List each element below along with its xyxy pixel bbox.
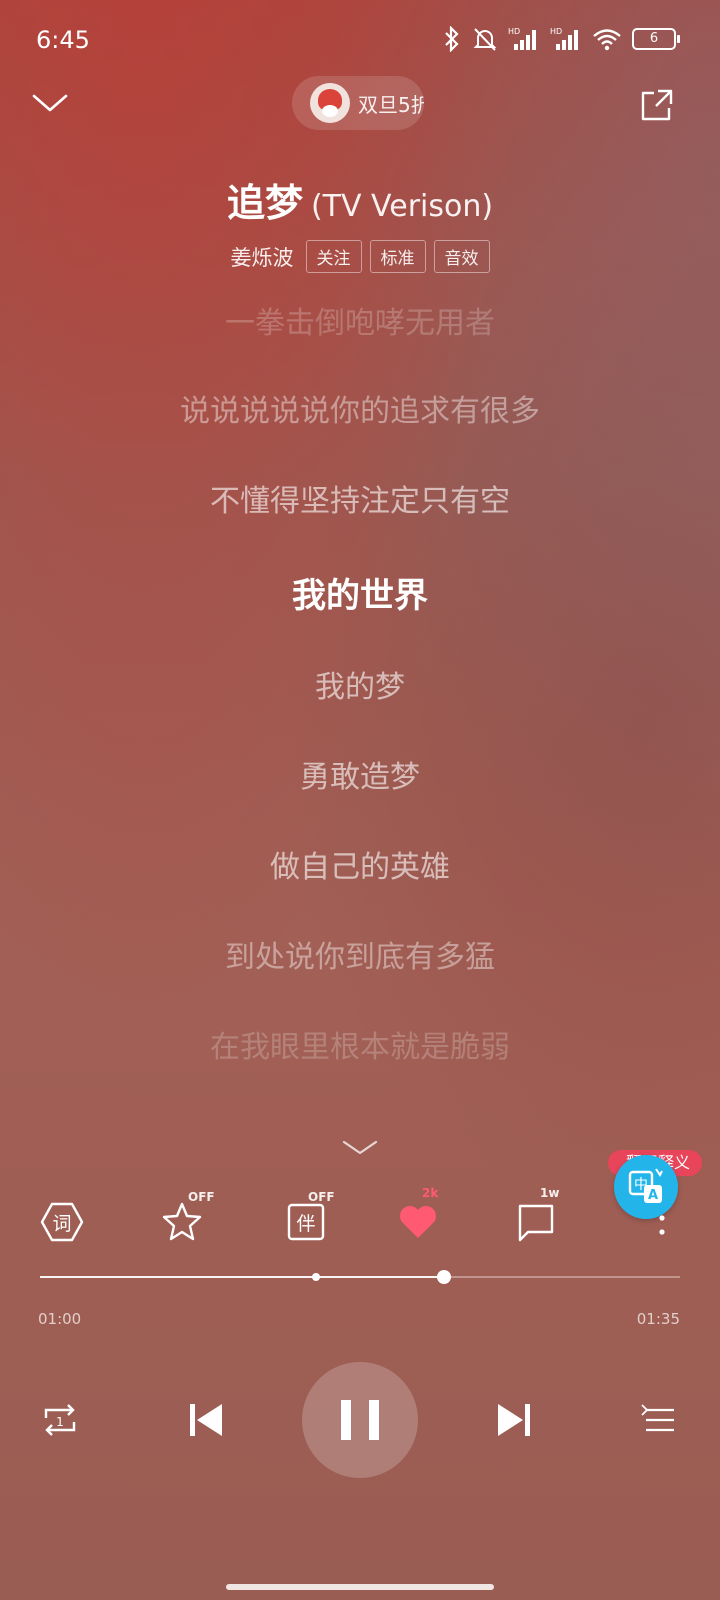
total-time: 01:35 <box>636 1310 680 1328</box>
artist-row: 姜烁波 关注 标准 音效 <box>0 240 720 273</box>
repeat-one-button[interactable]: 1 <box>38 1398 82 1442</box>
comment-icon <box>518 1204 554 1242</box>
lyric-line[interactable]: 做自己的英雄 <box>0 842 720 886</box>
bluetooth-icon <box>445 26 459 52</box>
pause-icon <box>341 1400 379 1440</box>
expand-lyrics-chevron-icon[interactable] <box>340 1138 380 1158</box>
accompany-badge: OFF <box>308 1190 335 1204</box>
star-icon <box>162 1202 202 1241</box>
lyric-line[interactable]: 说说说说说你的追求有很多 <box>0 386 720 430</box>
more-vertical-icon <box>659 1215 665 1235</box>
quality-button[interactable]: 标准 <box>369 240 426 273</box>
svg-text:词: 词 <box>52 1213 71 1235</box>
progress-fill <box>40 1276 444 1278</box>
battery-indicator: 6 <box>632 28 680 50</box>
lyric-line-current[interactable]: 我的世界 <box>0 568 720 617</box>
comment-count: 1w <box>540 1186 560 1200</box>
svg-text:HD: HD <box>508 27 520 36</box>
elapsed-time: 01:00 <box>38 1310 82 1328</box>
song-title: 追梦 <box>226 181 303 225</box>
star-badge: OFF <box>188 1190 215 1204</box>
previous-button[interactable] <box>184 1398 228 1442</box>
share-button[interactable] <box>640 88 674 122</box>
playlist-button[interactable] <box>640 1400 680 1440</box>
lyric-line[interactable]: 勇敢造梦 <box>0 752 720 796</box>
wifi-icon <box>593 29 621 51</box>
playlist-icon <box>641 1404 674 1432</box>
lyric-line[interactable]: 不懂得坚持注定只有空 <box>0 476 720 520</box>
svg-text:HD: HD <box>550 27 562 36</box>
mute-bell-icon <box>473 28 497 51</box>
progress-thumb[interactable] <box>436 1270 451 1284</box>
skip-next-icon <box>498 1404 530 1436</box>
song-title-block: 追梦 (TV Verison) <box>0 172 720 227</box>
artist-name[interactable]: 姜烁波 <box>231 242 294 272</box>
more-button[interactable] <box>632 1200 692 1248</box>
lyric-line[interactable]: 一拳击倒咆哮无用者 <box>0 298 720 342</box>
heart-icon <box>400 1206 436 1238</box>
follow-button[interactable]: 关注 <box>305 240 362 273</box>
hexagon-lyrics-icon: 词 <box>40 1202 84 1242</box>
like-button[interactable]: 2k <box>388 1186 448 1248</box>
lyric-line[interactable]: 在我眼里根本就是脆弱 <box>0 1022 720 1066</box>
collapse-button[interactable] <box>30 88 70 118</box>
accompaniment-icon: 伴 <box>287 1203 325 1241</box>
home-indicator[interactable] <box>226 1584 494 1590</box>
svg-text:1: 1 <box>56 1415 64 1429</box>
comment-button[interactable]: 1w <box>506 1186 566 1248</box>
lyric-line[interactable]: 到处说你到底有多猛 <box>0 932 720 976</box>
share-external-icon <box>641 89 673 121</box>
favorite-star-button[interactable]: OFF <box>154 1190 215 1248</box>
signal-icon: HD <box>508 27 536 50</box>
svg-text:伴: 伴 <box>296 1213 315 1235</box>
lyric-line[interactable]: 我的梦 <box>0 662 720 706</box>
chevron-down-icon <box>32 94 68 112</box>
status-icons: HD HD 6 <box>442 26 680 52</box>
santa-avatar-icon <box>310 83 350 123</box>
repeat-one-icon: 1 <box>44 1404 76 1436</box>
promo-text: 双旦5折 <box>358 92 424 117</box>
accompaniment-button[interactable]: 伴 OFF <box>276 1190 336 1248</box>
promo-banner[interactable]: 双旦5折 <box>292 76 424 130</box>
lyrics-mode-button[interactable]: 词 <box>32 1200 92 1248</box>
next-button[interactable] <box>492 1398 536 1442</box>
status-time: 6:45 <box>36 26 90 54</box>
skip-previous-icon <box>190 1404 222 1436</box>
sound-effect-button[interactable]: 音效 <box>433 240 490 273</box>
like-count: 2k <box>422 1186 439 1200</box>
signal-icon-2: HD <box>550 27 578 50</box>
progress-marker <box>311 1273 320 1281</box>
pause-button[interactable] <box>302 1362 418 1478</box>
song-subtitle: (TV Verison) <box>310 189 494 224</box>
